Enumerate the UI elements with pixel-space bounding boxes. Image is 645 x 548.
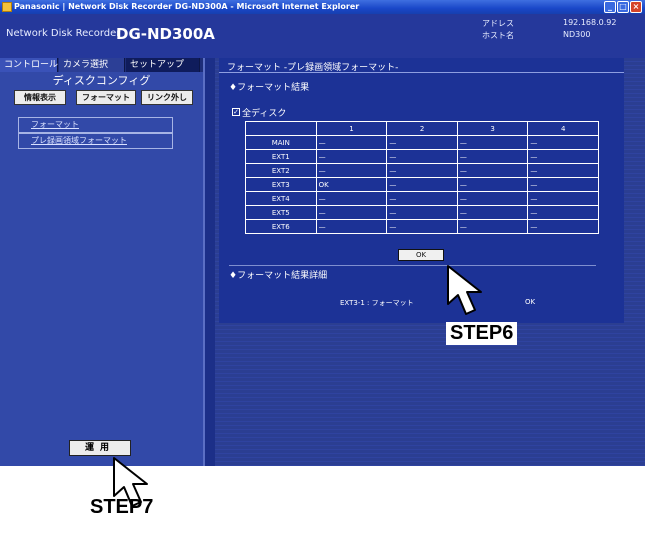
- section-title: ディスクコンフィグ: [52, 74, 151, 87]
- ie-logo-icon: [2, 2, 12, 12]
- result-cell: —: [527, 135, 599, 150]
- result-cell: —: [456, 149, 529, 164]
- detail-status: OK: [525, 298, 536, 306]
- window-title-bar: Panasonic | Network Disk Recorder DG-ND3…: [0, 0, 645, 14]
- result-cell: —: [386, 135, 458, 150]
- model-name: DG-ND300A: [116, 25, 215, 43]
- address-label: アドレス: [482, 19, 514, 28]
- info-display-button[interactable]: 情報表示: [14, 90, 66, 105]
- row-label: EXT3: [245, 177, 317, 192]
- all-disk-checkbox[interactable]: ✓: [232, 108, 240, 116]
- result-cell: —: [456, 163, 529, 178]
- result-cell: —: [456, 135, 529, 150]
- result-cell: —: [527, 177, 599, 192]
- table-header-row: 1 2 3 4: [245, 121, 599, 136]
- result-cell: —: [315, 219, 388, 234]
- row-label: EXT4: [245, 191, 317, 206]
- row-label: MAIN: [245, 135, 317, 150]
- result-cell: —: [527, 219, 599, 234]
- table-row: EXT2 — — — —: [245, 163, 599, 178]
- result-cell: —: [386, 205, 458, 220]
- nav-link-format[interactable]: フォーマット: [18, 117, 173, 133]
- table-row: MAIN — — — —: [245, 135, 599, 150]
- detail-heading: ♦フォーマット結果詳細: [229, 271, 328, 281]
- result-cell: —: [527, 205, 599, 220]
- apply-button[interactable]: 運用: [69, 440, 131, 456]
- table-row: EXT6 — — — —: [245, 219, 599, 234]
- result-cell: —: [456, 205, 529, 220]
- result-cell: OK: [315, 177, 388, 192]
- row-label: EXT5: [245, 205, 317, 220]
- brand-name: Network Disk Recorder: [6, 28, 121, 39]
- section-divider: [229, 265, 596, 266]
- column-header: [245, 121, 317, 136]
- step7-label: STEP7: [90, 496, 154, 518]
- result-cell: —: [386, 163, 458, 178]
- tab-camera-select[interactable]: カメラ選択: [59, 58, 125, 72]
- close-button[interactable]: ×: [630, 1, 642, 13]
- host-value: ND300: [563, 30, 591, 39]
- frame-divider: [203, 58, 215, 466]
- result-cell: —: [456, 219, 529, 234]
- table-row: EXT5 — — — —: [245, 205, 599, 220]
- row-label: EXT1: [245, 149, 317, 164]
- result-cell: —: [527, 191, 599, 206]
- all-disk-label: 全ディスク: [242, 109, 287, 119]
- result-cell: —: [315, 135, 388, 150]
- step6-label: STEP6: [446, 322, 518, 345]
- row-label: EXT6: [245, 219, 317, 234]
- detail-item: EXT3-1 : フォーマット: [340, 299, 414, 307]
- pointer-arrow-icon: [447, 265, 482, 315]
- maximize-button[interactable]: □: [617, 1, 629, 13]
- result-cell: —: [527, 149, 599, 164]
- result-cell: —: [386, 177, 458, 192]
- window-title: Panasonic | Network Disk Recorder DG-ND3…: [14, 2, 360, 11]
- unlink-button[interactable]: リンク外し: [141, 90, 193, 105]
- result-cell: —: [315, 163, 388, 178]
- result-cell: —: [456, 177, 529, 192]
- tab-control[interactable]: コントロール: [0, 58, 58, 72]
- format-button[interactable]: フォーマット: [76, 90, 136, 105]
- column-header: 4: [527, 121, 599, 136]
- result-cell: —: [527, 163, 599, 178]
- title-divider: [219, 72, 624, 73]
- result-heading: ♦フォーマット結果: [229, 83, 310, 93]
- result-cell: —: [315, 205, 388, 220]
- result-cell: —: [315, 149, 388, 164]
- column-header: 3: [456, 121, 529, 136]
- table-row: EXT3 OK — — —: [245, 177, 599, 192]
- result-cell: —: [386, 219, 458, 234]
- result-cell: —: [386, 149, 458, 164]
- format-result-table: 1 2 3 4 MAIN — — — — EXT1 — — — — EXT2 —…: [245, 121, 599, 234]
- minimize-button[interactable]: _: [604, 1, 616, 13]
- table-row: EXT1 — — — —: [245, 149, 599, 164]
- tab-setup[interactable]: セットアップ: [126, 58, 200, 72]
- result-cell: —: [386, 191, 458, 206]
- host-label: ホスト名: [482, 31, 514, 40]
- address-value: 192.168.0.92: [563, 18, 617, 27]
- result-cell: —: [456, 191, 529, 206]
- column-header: 1: [315, 121, 388, 136]
- result-cell: —: [315, 191, 388, 206]
- row-label: EXT2: [245, 163, 317, 178]
- column-header: 2: [386, 121, 458, 136]
- nav-link-pre-record-format[interactable]: プレ録画領域フォーマット: [18, 133, 173, 149]
- ok-button[interactable]: OK: [398, 249, 444, 261]
- table-row: EXT4 — — — —: [245, 191, 599, 206]
